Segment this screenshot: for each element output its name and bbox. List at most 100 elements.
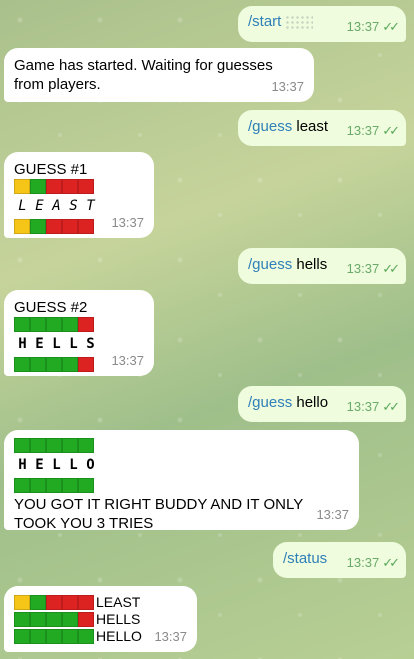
tile-red (62, 179, 78, 194)
outgoing-message-start[interactable]: /start 13:37 ✓✓ (238, 6, 406, 42)
tile-green (30, 629, 46, 644)
letter: A (52, 198, 61, 214)
double-check-icon: ✓✓ (382, 555, 400, 570)
tile-green (30, 612, 46, 627)
tile-green (78, 438, 94, 453)
summary-row-2: HELLS (14, 611, 187, 628)
timestamp: 13:37 (346, 19, 380, 34)
timestamp: 13:37 (346, 261, 380, 276)
tile-yellow (14, 219, 30, 234)
letter: L (18, 198, 27, 214)
outgoing-message-guess-hello[interactable]: /guess hello 13:37 ✓✓ (238, 386, 406, 422)
tile-red (78, 595, 94, 610)
double-check-icon: ✓✓ (382, 123, 400, 138)
tile-red (78, 612, 94, 627)
tile-red (78, 317, 94, 332)
incoming-message-win: H E L L O YOU GOT IT RIGHT BUDDY AND IT … (4, 430, 359, 532)
letter: E (35, 457, 44, 473)
tile-red (78, 219, 94, 234)
sparkle-emoji-icon (285, 15, 314, 30)
tile-red (78, 179, 94, 194)
guess-letters: H E L L O (14, 456, 349, 475)
tile-green (30, 219, 46, 234)
letter: T (86, 198, 95, 214)
timestamp: 13:37 (154, 629, 187, 644)
command-link[interactable]: /guess (248, 118, 292, 135)
message-text: Game has started. Waiting for guesses fr… (14, 57, 273, 93)
tile-red (46, 595, 62, 610)
tile-green (62, 478, 78, 493)
guess-word: hells (292, 256, 328, 273)
tile-red (62, 595, 78, 610)
guess-word: least (292, 118, 329, 135)
tile-green (14, 438, 30, 453)
command-link[interactable]: /start (248, 13, 281, 30)
command-link[interactable]: /guess (248, 394, 292, 411)
tile-row-top (14, 438, 349, 453)
tile-yellow (14, 179, 30, 194)
outgoing-message-guess-least[interactable]: /guess least 13:37 ✓✓ (238, 110, 406, 146)
tile-green (14, 629, 30, 644)
tile-green (30, 438, 46, 453)
double-check-icon: ✓✓ (382, 261, 400, 276)
tile-green (14, 478, 30, 493)
tile-red (46, 179, 62, 194)
timestamp: 13:37 (346, 555, 380, 570)
letter: S (86, 336, 95, 352)
tile-yellow (14, 595, 30, 610)
tile-green (78, 478, 94, 493)
tile-green (14, 357, 30, 372)
outgoing-message-guess-hells[interactable]: /guess hells 13:37 ✓✓ (238, 248, 406, 284)
timestamp: 13:37 (111, 215, 144, 230)
command-link[interactable]: /guess (248, 256, 292, 273)
incoming-message-game-started: Game has started. Waiting for guesses fr… (4, 48, 314, 102)
tile-green (30, 317, 46, 332)
guess-title: GUESS #1 (14, 161, 88, 178)
timestamp: 13:37 (346, 399, 380, 414)
tile-green (62, 612, 78, 627)
tile-green (46, 478, 62, 493)
outgoing-message-status[interactable]: /status 13:37 ✓✓ (273, 542, 406, 578)
letter: L (69, 336, 78, 352)
letter: H (18, 336, 27, 352)
tile-red (78, 357, 94, 372)
tile-row-bottom (14, 478, 349, 493)
letter: H (18, 457, 27, 473)
command-link[interactable]: /status (283, 550, 327, 567)
tile-green (14, 612, 30, 627)
tile-green (30, 179, 46, 194)
tile-row-top (14, 179, 144, 194)
letter: E (35, 198, 44, 214)
letter: L (52, 336, 61, 352)
letter: L (52, 457, 61, 473)
tile-green (78, 629, 94, 644)
tile-green (30, 595, 46, 610)
letter: O (86, 457, 95, 473)
tile-green (46, 357, 62, 372)
tile-row-top (14, 317, 144, 332)
double-check-icon: ✓✓ (382, 19, 400, 34)
timestamp: 13:37 (316, 507, 349, 522)
tile-green (62, 629, 78, 644)
message-text: YOU GOT IT RIGHT BUDDY AND IT ONLY TOOK … (14, 496, 303, 532)
tile-green (46, 438, 62, 453)
tile-green (46, 629, 62, 644)
tile-green (30, 357, 46, 372)
tile-green (14, 317, 30, 332)
summary-word: HELLO (96, 628, 142, 644)
incoming-message-status-summary: LEAST HELLS HELLO 13:37 (4, 586, 197, 652)
tile-green (46, 317, 62, 332)
timestamp: 13:37 (111, 353, 144, 368)
letter: E (35, 336, 44, 352)
incoming-message-guess-1: GUESS #1 L E A S T 13:37 (4, 152, 154, 238)
tile-green (62, 317, 78, 332)
summary-row-1: LEAST (14, 594, 187, 611)
tile-green (62, 438, 78, 453)
timestamp: 13:37 (346, 123, 380, 138)
guess-word: hello (292, 394, 329, 411)
incoming-message-guess-2: GUESS #2 H E L L S 13:37 (4, 290, 154, 376)
tile-green (30, 478, 46, 493)
tile-red (62, 219, 78, 234)
guess-title: GUESS #2 (14, 299, 88, 316)
tile-green (62, 357, 78, 372)
